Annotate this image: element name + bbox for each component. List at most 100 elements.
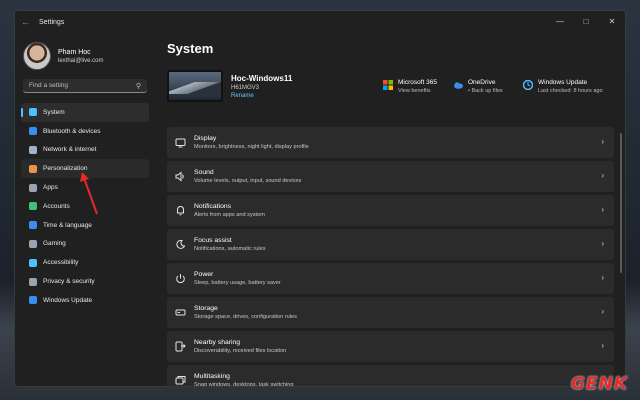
settings-card-nearby-sharing[interactable]: Nearby sharing Discoverability, received …: [167, 331, 614, 362]
speaker-icon: [175, 171, 184, 182]
microsoft-icon: [383, 79, 393, 90]
quick-link-onedrive[interactable]: OneDrive • Back up files: [453, 79, 523, 94]
network-icon: [29, 145, 37, 154]
update-icon: [523, 79, 533, 90]
device-model: H61MGV3: [231, 84, 260, 91]
minimize-icon[interactable]: —: [547, 11, 573, 31]
settings-card-storage[interactable]: Storage Storage space, drives, configurat…: [167, 297, 614, 328]
card-title: Focus assist: [194, 237, 232, 244]
page-title: System: [167, 41, 214, 56]
monitor-icon: [29, 108, 37, 117]
chevron-right-icon: ›: [601, 171, 604, 180]
share-icon: [175, 341, 186, 352]
quick-link-sub: • Back up files: [468, 87, 503, 94]
device-name: Hoc-Windows11: [231, 73, 293, 83]
title-bar: ← Settings — □ ✕: [15, 11, 625, 33]
quick-links: Microsoft 365 View benefits OneDrive • Back…: [383, 79, 615, 94]
card-subtitle: Volume levels, output, input, sound devi…: [194, 178, 302, 184]
search-placeholder: Find a setting: [29, 82, 69, 89]
card-subtitle: Notifications, automatic rules: [194, 246, 266, 252]
sidebar-item-gaming[interactable]: Gaming: [21, 235, 149, 254]
chevron-right-icon: ›: [601, 239, 604, 248]
sidebar-item-bluetooth-devices[interactable]: Bluetooth & devices: [21, 122, 149, 141]
sidebar-item-privacy-security[interactable]: Privacy & security: [21, 272, 149, 291]
settings-card-notifications[interactable]: Notifications Alerts from apps and system…: [167, 195, 614, 226]
window-title: Settings: [39, 18, 65, 26]
quick-link-sub: Last checked: 8 hours ago: [538, 87, 603, 94]
chevron-right-icon: ›: [601, 137, 604, 146]
search-input[interactable]: Find a setting ⚲: [23, 79, 147, 93]
quick-link-sub: View benefits: [398, 87, 431, 94]
cloud-icon: [454, 81, 463, 89]
quick-link-microsoft-365[interactable]: Microsoft 365 View benefits: [383, 79, 453, 94]
settings-card-power[interactable]: Power Sleep, battery usage, battery saver…: [167, 263, 614, 294]
card-subtitle: Snap windows, desktops, task switching: [194, 382, 294, 387]
card-title: Multitasking: [194, 373, 230, 380]
settings-card-display[interactable]: Display Monitors, brightness, night light…: [167, 127, 614, 158]
close-icon[interactable]: ✕: [599, 11, 625, 31]
quick-link-windows-update[interactable]: Windows Update Last checked: 8 hours ago: [523, 79, 615, 94]
sidebar-item-label: Gaming: [43, 240, 66, 248]
maximize-icon[interactable]: □: [573, 11, 599, 31]
main-panel: System Hoc-Windows11 H61MGV3 Rename Micr…: [167, 33, 625, 386]
sidebar-item-label: System: [43, 108, 65, 116]
search-icon: ⚲: [135, 82, 141, 90]
sidebar-item-label: Bluetooth & devices: [43, 127, 101, 135]
device-wallpaper-thumbnail: [167, 70, 223, 102]
chevron-right-icon: ›: [601, 273, 604, 282]
power-icon: [176, 274, 185, 284]
settings-card-sound[interactable]: Sound Volume levels, output, input, sound…: [167, 161, 614, 192]
rename-link[interactable]: Rename: [231, 93, 371, 99]
sidebar-item-label: Apps: [43, 184, 58, 192]
accounts-icon: [29, 202, 37, 211]
shield-icon: [29, 277, 37, 286]
card-title: Power: [194, 271, 214, 278]
sidebar-item-label: Privacy & security: [43, 278, 95, 286]
sidebar-item-label: Accessibility: [43, 259, 79, 267]
settings-card-focus-assist[interactable]: Focus assist Notifications, automatic rul…: [167, 229, 614, 260]
update-icon: [29, 296, 37, 305]
sidebar-item-label: Windows Update: [43, 296, 93, 304]
profile-name: Pham Hoc: [58, 48, 91, 56]
card-subtitle: Monitors, brightness, night light, displ…: [194, 144, 309, 150]
card-subtitle: Sleep, battery usage, battery saver: [194, 280, 281, 286]
profile[interactable]: Pham Hoc lexthai@live.com: [15, 33, 155, 73]
moon-icon: [176, 239, 186, 249]
quick-link-title: Windows Update: [538, 78, 588, 86]
sidebar-item-label: Time & language: [43, 221, 92, 229]
chevron-right-icon: ›: [601, 341, 604, 350]
quick-link-title: Microsoft 365: [398, 78, 438, 86]
sidebar-item-time-language[interactable]: Time & language: [21, 216, 149, 235]
sidebar-item-system[interactable]: System: [21, 103, 149, 122]
card-title: Display: [194, 135, 217, 142]
settings-window: ← Settings — □ ✕ Pham Hoc lexthai@live.c…: [14, 10, 626, 387]
sidebar-item-label: Accounts: [43, 202, 70, 210]
card-subtitle: Discoverability, received files location: [194, 348, 287, 354]
bell-icon: [177, 205, 184, 216]
globe-clock-icon: [29, 221, 37, 230]
profile-email: lexthai@live.com: [58, 57, 104, 64]
settings-card-multitasking[interactable]: Multitasking Snap windows, desktops, task…: [167, 365, 614, 387]
card-title: Storage: [194, 305, 218, 312]
card-title: Notifications: [194, 203, 232, 210]
sidebar-item-windows-update[interactable]: Windows Update: [21, 291, 149, 310]
apps-icon: [29, 183, 37, 192]
scrollbar[interactable]: [620, 133, 622, 273]
settings-cards: Display Monitors, brightness, night light…: [167, 127, 614, 387]
sidebar-item-network-internet[interactable]: Network & internet: [21, 141, 149, 160]
window-controls: — □ ✕: [547, 11, 625, 31]
device-bar: Hoc-Windows11 H61MGV3 Rename Microsoft 3…: [167, 66, 625, 106]
card-title: Nearby sharing: [194, 339, 241, 346]
card-title: Sound: [194, 169, 214, 176]
chevron-right-icon: ›: [601, 205, 604, 214]
genk-watermark-logo: GENK: [571, 374, 628, 394]
display-icon: [175, 138, 186, 148]
storage-icon: [175, 309, 186, 316]
gamepad-icon: [29, 239, 37, 248]
back-button[interactable]: ←: [21, 17, 35, 27]
sidebar-item-accessibility[interactable]: Accessibility: [21, 253, 149, 272]
accessibility-icon: [29, 258, 37, 267]
brush-icon: [29, 164, 37, 173]
sidebar-item-label: Network & internet: [43, 146, 97, 154]
annotation-arrow: [80, 172, 98, 215]
